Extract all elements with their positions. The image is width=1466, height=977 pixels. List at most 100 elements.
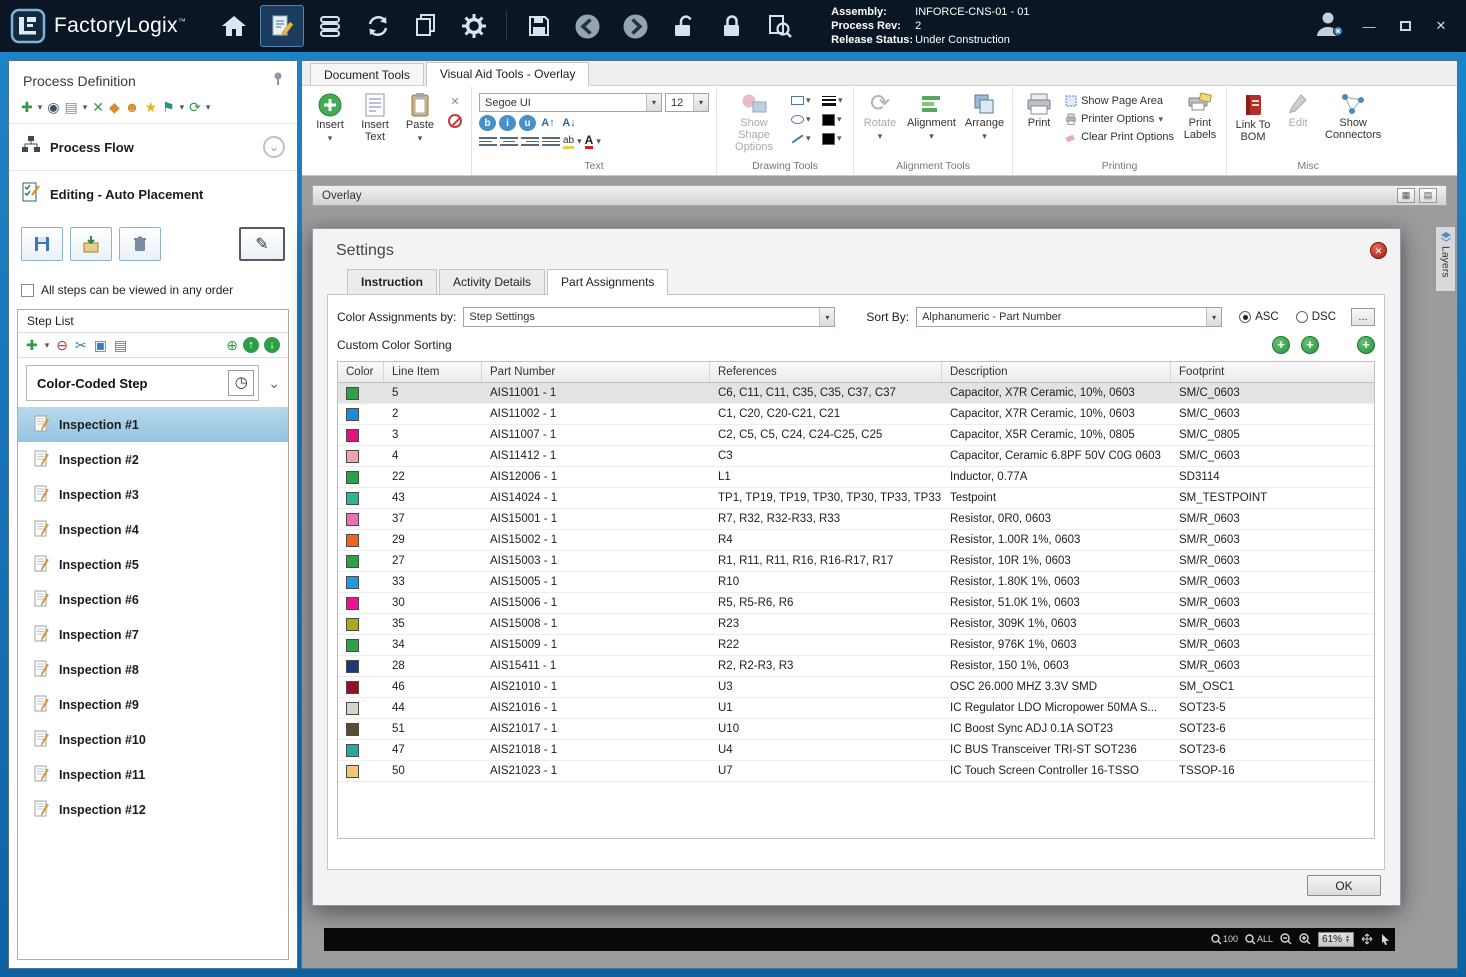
show-shape-options-button[interactable]: Show Shape Options: [722, 89, 786, 153]
dsc-radio-option[interactable]: DSC: [1295, 311, 1336, 323]
color-swatch[interactable]: [346, 722, 359, 736]
print-button[interactable]: Print: [1018, 89, 1060, 129]
table-row[interactable]: 34 AIS15009 - 1 R22 Resistor, 976K 1%, 0603…: [338, 635, 1375, 656]
pin-icon[interactable]: [271, 71, 285, 91]
add-process-icon[interactable]: [21, 99, 33, 115]
table-row[interactable]: 37 AIS15001 - 1 R7, R32, R32-R33, R33 Resis…: [338, 509, 1375, 530]
pointer-icon[interactable]: [1380, 933, 1391, 945]
italic-icon[interactable]: i: [499, 115, 516, 131]
ellipse-shape-icon[interactable]: [791, 112, 815, 127]
table-row[interactable]: 29 AIS15002 - 1 R4 Resistor, 1.00R 1%, 0603…: [338, 530, 1375, 551]
add-color-sort-icon-1[interactable]: [1272, 336, 1291, 354]
step-list-item[interactable]: Inspection #4: [18, 512, 288, 547]
grow-font-icon[interactable]: A↑: [539, 115, 557, 131]
sync-icon[interactable]: [356, 5, 400, 47]
color-swatch[interactable]: [346, 449, 359, 463]
table-row[interactable]: 5 AIS11001 - 1 C6, C11, C11, C35, C35, C37…: [338, 383, 1375, 404]
bold-icon[interactable]: b: [479, 115, 496, 131]
collapse-flow-button[interactable]: [263, 136, 285, 158]
zoom-all-button[interactable]: ALL: [1245, 933, 1273, 945]
refresh-icon[interactable]: [189, 99, 201, 115]
import-template-button[interactable]: [70, 227, 112, 261]
color-swatch[interactable]: [346, 470, 359, 484]
flag-caret-icon[interactable]: [180, 99, 185, 115]
save-icon[interactable]: [517, 5, 561, 47]
print-caret-icon[interactable]: [83, 99, 88, 115]
show-connectors-button[interactable]: Show Connectors: [1322, 89, 1384, 141]
move-step-down-icon[interactable]: [264, 337, 280, 353]
copy-step-icon[interactable]: [94, 337, 107, 353]
step-list-item[interactable]: Inspection #8: [18, 652, 288, 687]
color-assignments-select[interactable]: Step Settings: [463, 307, 836, 327]
settings-gear-icon[interactable]: [452, 5, 496, 47]
font-color-icon[interactable]: A: [584, 134, 594, 149]
add-step-caret-icon[interactable]: [45, 337, 50, 353]
find-document-icon[interactable]: [757, 5, 801, 47]
flag-icon[interactable]: [162, 99, 175, 115]
color-swatch[interactable]: [346, 659, 359, 673]
shrink-font-icon[interactable]: A↓: [560, 115, 578, 131]
stroke-color-icon[interactable]: [822, 112, 846, 127]
any-order-checkbox[interactable]: [21, 283, 34, 297]
operator-icon[interactable]: [125, 99, 140, 115]
maximize-button[interactable]: [1394, 19, 1416, 34]
minimize-button[interactable]: —: [1358, 19, 1380, 34]
zoom-in-icon[interactable]: [1299, 933, 1311, 945]
table-row[interactable]: 3 AIS11007 - 1 C2, C5, C5, C24, C24-C25, C…: [338, 425, 1375, 446]
step-list-item[interactable]: Inspection #6: [18, 582, 288, 617]
column-header-line-item[interactable]: Line Item: [384, 362, 482, 382]
color-swatch[interactable]: [346, 512, 359, 526]
add-color-sort-icon-2[interactable]: [1301, 336, 1320, 354]
color-swatch[interactable]: [346, 743, 359, 757]
table-row[interactable]: 28 AIS15411 - 1 R2, R2-R3, R3 Resistor, 150…: [338, 656, 1375, 677]
underline-icon[interactable]: u: [519, 115, 536, 131]
process-editor-icon[interactable]: [260, 5, 305, 47]
print-labels-button[interactable]: Print Labels: [1179, 89, 1221, 141]
step-list-item[interactable]: Inspection #12: [18, 792, 288, 827]
process-browser-icon[interactable]: [47, 99, 59, 115]
ok-button[interactable]: OK: [1307, 875, 1381, 896]
align-left-icon[interactable]: [479, 134, 497, 149]
color-swatch[interactable]: [346, 428, 359, 442]
save-step-button[interactable]: [21, 227, 63, 261]
color-swatch[interactable]: [346, 554, 359, 568]
tab-part-assignments[interactable]: Part Assignments: [547, 269, 669, 295]
remove-step-icon[interactable]: [56, 337, 68, 353]
asc-radio-option[interactable]: ASC: [1239, 311, 1279, 323]
close-button[interactable]: [1430, 18, 1452, 34]
column-header-footprint[interactable]: Footprint: [1171, 362, 1374, 382]
color-swatch[interactable]: [346, 617, 359, 631]
align-center-icon[interactable]: [500, 134, 518, 149]
clear-print-options-button[interactable]: Clear Print Options: [1065, 131, 1174, 143]
paste-step-icon[interactable]: [114, 337, 127, 353]
expand-chevron-icon[interactable]: [268, 375, 280, 392]
color-swatch[interactable]: [346, 596, 359, 610]
sort-by-select[interactable]: Alphanumeric - Part Number: [916, 307, 1223, 327]
color-swatch[interactable]: [346, 764, 359, 778]
more-options-button[interactable]: ...: [1351, 308, 1376, 326]
rotate-button[interactable]: Rotate: [859, 89, 901, 142]
delete-item-icon[interactable]: [446, 93, 464, 109]
color-swatch[interactable]: [346, 386, 359, 400]
color-swatch[interactable]: [346, 575, 359, 589]
move-step-up-icon[interactable]: [243, 337, 259, 353]
align-justify-icon[interactable]: [542, 134, 560, 149]
arrange-button[interactable]: Arrange: [962, 89, 1007, 142]
tab-visual-aid-tools-overlay[interactable]: Visual Aid Tools - Overlay: [425, 62, 590, 86]
zoom-level-control[interactable]: 61% ▲ ▼: [1318, 931, 1354, 947]
step-list-item[interactable]: Inspection #5: [18, 547, 288, 582]
timer-button[interactable]: [228, 370, 255, 396]
column-header-description[interactable]: Description: [942, 362, 1171, 382]
table-row[interactable]: 43 AIS14024 - 1 TP1, TP19, TP19, TP30, TP3…: [338, 488, 1375, 509]
add-color-sort-icon-3[interactable]: [1357, 336, 1376, 354]
materials-stack-icon[interactable]: [308, 5, 352, 47]
color-swatch[interactable]: [346, 407, 359, 421]
unlock-icon[interactable]: [661, 5, 705, 47]
home-icon[interactable]: [212, 5, 256, 47]
step-list-item[interactable]: Inspection #10: [18, 722, 288, 757]
favorites-icon[interactable]: [145, 99, 158, 115]
align-right-icon[interactable]: [521, 134, 539, 149]
forward-icon[interactable]: [613, 5, 657, 47]
edit-mode-button[interactable]: [239, 227, 285, 261]
color-swatch[interactable]: [346, 638, 359, 652]
